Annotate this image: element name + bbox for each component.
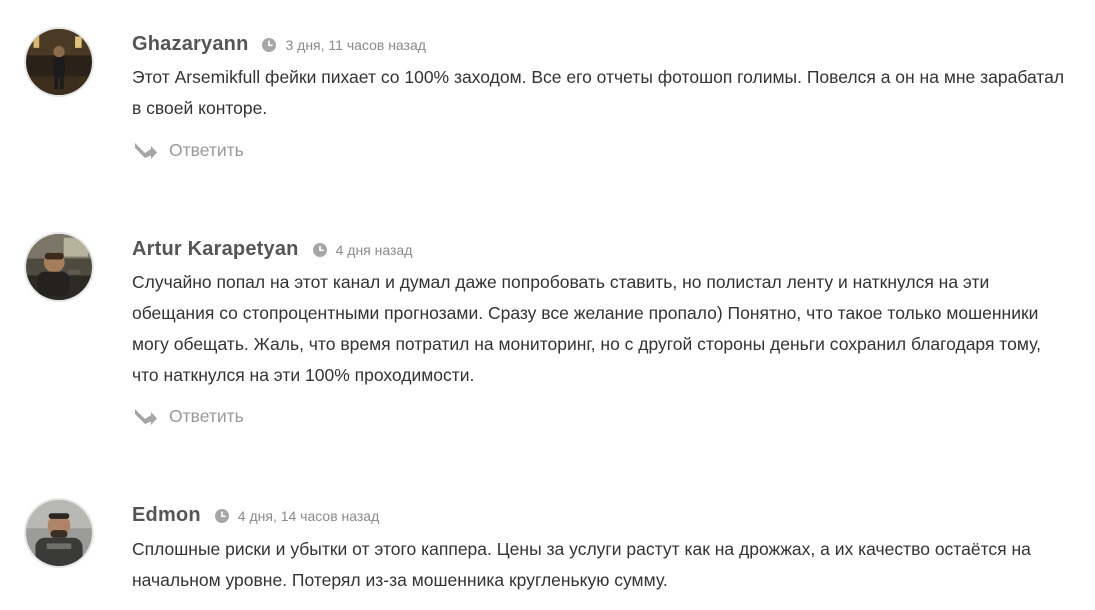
avatar[interactable]	[24, 232, 94, 302]
comment-date[interactable]: 3 дня, 11 часов назад	[285, 37, 425, 53]
avatar[interactable]	[24, 498, 94, 568]
comment-meta: Edmon 4 дня, 14 часов назад	[132, 504, 379, 527]
avatar[interactable]	[24, 27, 94, 97]
reply-button[interactable]: Ответить	[134, 140, 244, 161]
avatar-photo	[26, 234, 92, 300]
avatar-photo	[26, 29, 92, 95]
reply-label: Ответить	[169, 140, 244, 160]
reply-arrow-icon	[134, 141, 158, 161]
comment-list: Ghazaryann 3 дня, 11 часов назад Этот Ar…	[0, 0, 1095, 610]
reply-label: Ответить	[169, 406, 244, 426]
clock-icon	[262, 37, 277, 52]
comment-date[interactable]: 4 дня, 14 часов назад	[238, 508, 379, 524]
comment-text: Этот Arsemikfull фейки пихает со 100% за…	[132, 67, 1065, 118]
comment-author[interactable]: Artur Karapetyan	[132, 238, 299, 261]
reply-button[interactable]: Ответить	[134, 406, 244, 427]
comment-text: Случайно попал на этот канал и думал даж…	[132, 272, 1041, 385]
comment-text: Сплошные риски и убытки от этого каппера…	[132, 539, 1031, 590]
reply-arrow-icon	[134, 407, 158, 427]
comment-author[interactable]: Edmon	[132, 504, 201, 527]
comment-meta: Artur Karapetyan 4 дня назад	[132, 238, 412, 261]
avatar-photo	[26, 500, 92, 566]
clock-icon	[312, 242, 327, 257]
comment-date[interactable]: 4 дня назад	[336, 242, 413, 258]
comment-meta: Ghazaryann 3 дня, 11 часов назад	[132, 33, 426, 56]
comment-author[interactable]: Ghazaryann	[132, 33, 248, 56]
clock-icon	[214, 508, 229, 523]
